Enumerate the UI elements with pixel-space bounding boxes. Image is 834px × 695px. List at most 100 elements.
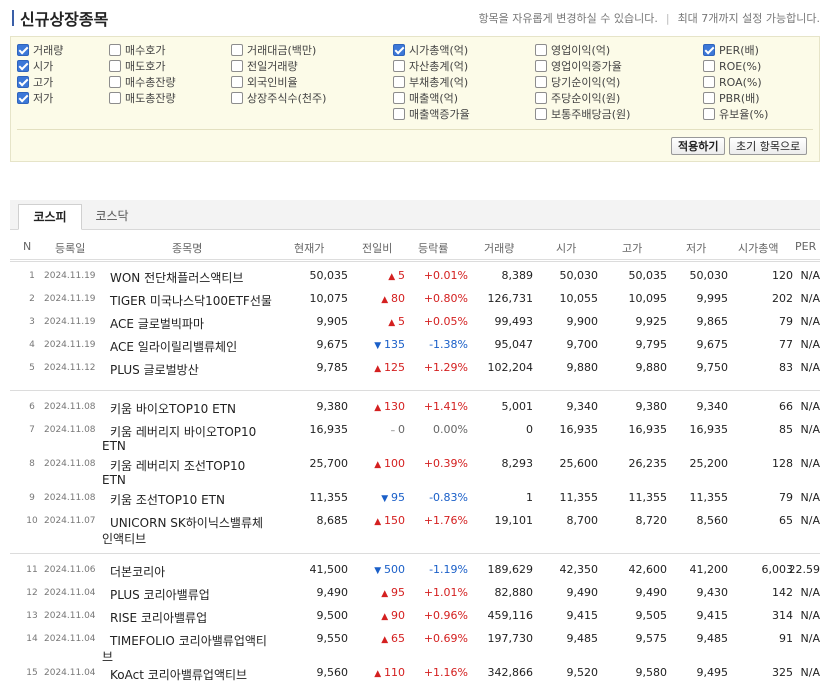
checkbox[interactable] — [17, 44, 29, 56]
option-label: 매도총잔량 — [125, 92, 176, 105]
col-header-high: 고가 — [622, 242, 643, 255]
stock-name-link[interactable]: PLUS 글로벌방산 — [110, 361, 199, 378]
stock-name-link[interactable]: PLUS 코리아밸류업 — [110, 586, 210, 603]
option-col5-0[interactable]: 영업이익(억) — [535, 42, 610, 58]
checkbox[interactable] — [17, 92, 29, 104]
option-col3-3[interactable]: 상장주식수(천주) — [231, 90, 326, 106]
option-col6-4[interactable]: 유보율(%) — [703, 106, 768, 122]
up-arrow-icon: ▲ — [374, 669, 384, 679]
option-col1-1[interactable]: 시가 — [17, 58, 53, 74]
checkbox[interactable] — [535, 44, 547, 56]
stock-name-link[interactable]: 더본코리아 — [110, 563, 165, 580]
open-price: 42,350 — [559, 563, 599, 576]
stock-name-link[interactable]: 키움 레버리지 조선TOP10 — [110, 457, 245, 474]
per-value: N/A — [800, 292, 820, 305]
stock-name-link[interactable]: ACE 일라이릴리밸류체인 — [110, 338, 237, 355]
checkbox[interactable] — [703, 76, 715, 88]
checkbox[interactable] — [703, 60, 715, 72]
option-col4-0[interactable]: 시가총액(억) — [393, 42, 468, 58]
checkbox[interactable] — [393, 108, 405, 120]
market-cap: 202 — [772, 292, 793, 305]
row-number: 14 — [26, 634, 38, 644]
stock-name-link[interactable]: ACE 글로벌빅파마 — [110, 315, 204, 332]
option-col4-1[interactable]: 자산총계(억) — [393, 58, 468, 74]
option-col4-2[interactable]: 부채총계(억) — [393, 74, 468, 90]
checkbox[interactable] — [393, 60, 405, 72]
volume: 102,204 — [487, 361, 534, 374]
reset-button[interactable]: 초기 항목으로 — [729, 137, 808, 155]
option-col2-3[interactable]: 매도총잔량 — [109, 90, 176, 106]
stock-name-link[interactable]: TIGER 미국나스닥100ETF선물 — [110, 292, 272, 309]
low-price: 50,030 — [689, 269, 729, 282]
checkbox[interactable] — [393, 44, 405, 56]
checkbox[interactable] — [231, 60, 243, 72]
checkbox[interactable] — [703, 92, 715, 104]
checkbox[interactable] — [109, 76, 121, 88]
market-cap: 77 — [779, 338, 793, 351]
current-price: 9,785 — [316, 361, 349, 374]
checkbox[interactable] — [535, 108, 547, 120]
option-col6-2[interactable]: ROA(%) — [703, 74, 762, 90]
option-col1-2[interactable]: 고가 — [17, 74, 53, 90]
change-rate: +1.01% — [423, 586, 468, 599]
option-col2-2[interactable]: 매수총잔량 — [109, 74, 176, 90]
option-col1-3[interactable]: 저가 — [17, 90, 53, 106]
volume: 99,493 — [494, 315, 534, 328]
checkbox[interactable] — [703, 44, 715, 56]
stock-name-link[interactable]: TIMEFOLIO 코리아밸류업액티 — [110, 632, 267, 649]
stock-name-link[interactable]: RISE 코리아밸류업 — [110, 609, 207, 626]
option-col5-4[interactable]: 보통주배당금(원) — [535, 106, 630, 122]
current-price: 16,935 — [309, 423, 349, 436]
high-price: 11,355 — [628, 491, 668, 504]
stock-name-link[interactable]: WON 전단채플러스액티브 — [110, 269, 243, 286]
option-col5-1[interactable]: 영업이익증가율 — [535, 58, 622, 74]
option-col5-3[interactable]: 주당순이익(원) — [535, 90, 620, 106]
checkbox[interactable] — [535, 76, 547, 88]
option-label: 전일거래량 — [247, 60, 298, 73]
per-value: N/A — [800, 400, 820, 413]
option-col2-0[interactable]: 매수호가 — [109, 42, 165, 58]
group-separator — [10, 390, 820, 391]
checkbox[interactable] — [231, 44, 243, 56]
option-col2-1[interactable]: 매도호가 — [109, 58, 165, 74]
option-col5-2[interactable]: 당기순이익(억) — [535, 74, 620, 90]
checkbox[interactable] — [17, 76, 29, 88]
change-value: ▲ 150 — [374, 514, 405, 527]
stock-name-link[interactable]: UNICORN SK하이닉스밸류체 — [110, 514, 263, 531]
checkbox[interactable] — [109, 44, 121, 56]
high-price: 8,720 — [635, 514, 668, 527]
checkbox[interactable] — [393, 76, 405, 88]
option-col3-0[interactable]: 거래대금(백만) — [231, 42, 316, 58]
desc-customize: 항목을 자유롭게 변경하실 수 있습니다. — [478, 12, 658, 25]
change-amount: 100 — [384, 457, 405, 470]
checkbox[interactable] — [109, 92, 121, 104]
checkbox[interactable] — [535, 92, 547, 104]
option-col4-4[interactable]: 매출액증가율 — [393, 106, 470, 122]
apply-button[interactable]: 적용하기 — [671, 137, 726, 155]
tab-kosdaq[interactable]: 코스닥 — [90, 204, 134, 230]
checkbox[interactable] — [231, 76, 243, 88]
checkbox[interactable] — [393, 92, 405, 104]
stock-name-link[interactable]: 키움 레버리지 바이오TOP10 — [110, 423, 256, 440]
checkbox[interactable] — [703, 108, 715, 120]
option-col6-0[interactable]: PER(배) — [703, 42, 759, 58]
checkbox[interactable] — [231, 92, 243, 104]
checkbox[interactable] — [109, 60, 121, 72]
option-col4-3[interactable]: 매출액(억) — [393, 90, 458, 106]
option-col3-1[interactable]: 전일거래량 — [231, 58, 298, 74]
option-label: 주당순이익(원) — [551, 92, 621, 105]
option-col1-0[interactable]: 거래량 — [17, 42, 63, 58]
current-price: 11,355 — [309, 491, 349, 504]
stock-name-link[interactable]: 키움 바이오TOP10 ETN — [110, 400, 236, 417]
option-col3-2[interactable]: 외국인비율 — [231, 74, 298, 90]
stock-name-link[interactable]: KoAct 코리아밸류업액티브 — [110, 666, 247, 683]
stock-name-link[interactable]: 키움 조선TOP10 ETN — [110, 491, 225, 508]
volume: 197,730 — [487, 632, 534, 645]
option-label: 매수호가 — [125, 44, 166, 57]
checkbox[interactable] — [17, 60, 29, 72]
tab-kospi[interactable]: 코스피 — [18, 204, 82, 230]
change-value: ▲ 95 — [381, 586, 405, 599]
option-col6-1[interactable]: ROE(%) — [703, 58, 761, 74]
checkbox[interactable] — [535, 60, 547, 72]
option-col6-3[interactable]: PBR(배) — [703, 90, 760, 106]
